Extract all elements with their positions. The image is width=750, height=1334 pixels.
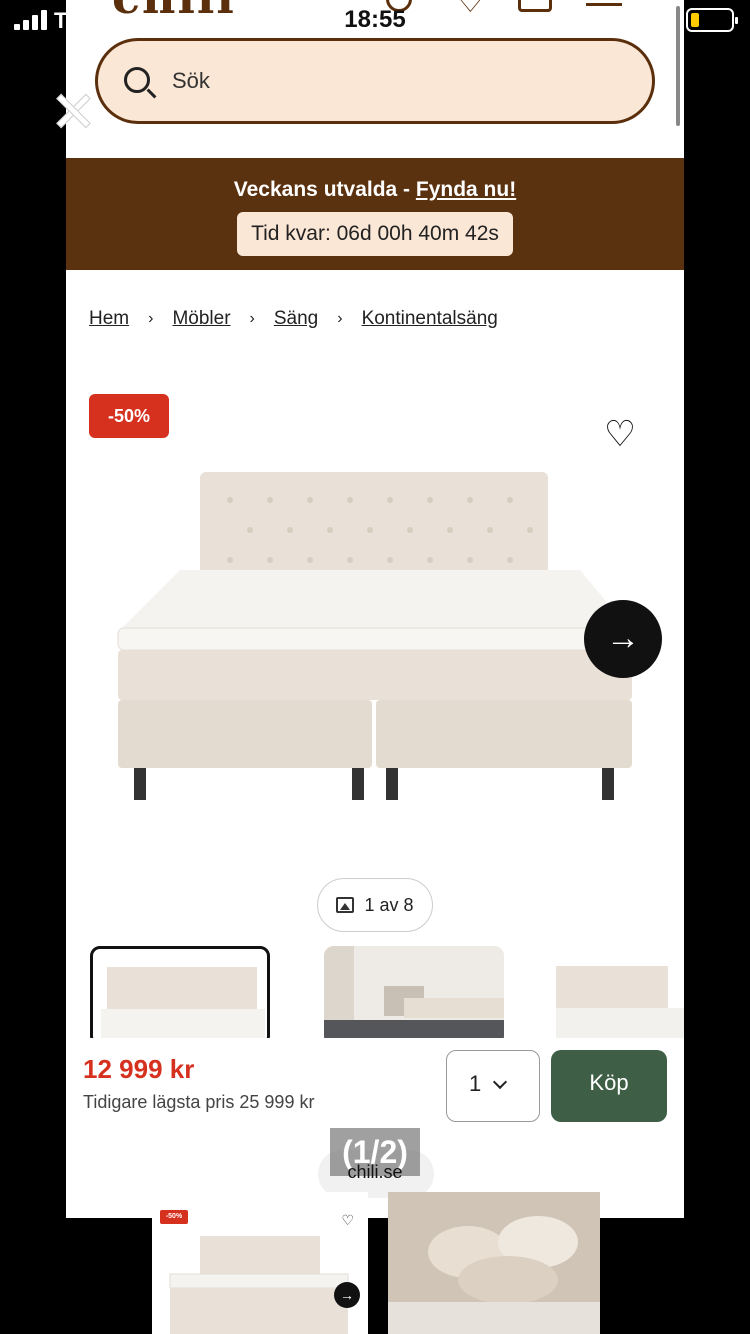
- price: 12 999 kr: [83, 1054, 195, 1084]
- breadcrumb-furniture[interactable]: Möbler: [172, 308, 230, 330]
- breadcrumb: Hem › Möbler › Säng › Kontinentalsäng: [89, 308, 498, 330]
- promo-text: Veckans utvalda -: [233, 178, 416, 201]
- countdown-timer: Tid kvar: 06d 00h 40m 42s: [237, 212, 513, 256]
- quantity-value: 1: [469, 1071, 482, 1096]
- favorite-heart-icon[interactable]: ♡: [600, 414, 640, 454]
- prior-price: Tidigare lägsta pris 25 999 kr: [83, 1092, 315, 1112]
- discount-badge: -50%: [89, 394, 169, 438]
- promo-banner: Veckans utvalda - Fynda nu! Tid kvar: 06…: [66, 158, 684, 270]
- next-image-button[interactable]: →: [584, 600, 662, 678]
- image-icon: [336, 897, 355, 913]
- mini-discount-badge: -50%: [160, 1210, 188, 1224]
- buy-bar: 12 999 kr Tidigare lägsta pris 25 999 kr…: [66, 1038, 684, 1138]
- thumbnail-bed-image: [101, 967, 265, 1039]
- image-counter[interactable]: 1 av 8: [317, 878, 433, 932]
- chevron-down-icon: [492, 1074, 508, 1090]
- chevron-right-icon: ›: [249, 310, 255, 327]
- search-icon[interactable]: [124, 67, 150, 93]
- status-time: 18:55: [344, 6, 406, 33]
- breadcrumb-bed[interactable]: Säng: [274, 308, 318, 330]
- promo-link[interactable]: Fynda nu!: [416, 178, 516, 201]
- thumbnail-headboard-image: [556, 966, 684, 1038]
- thumbnail-2[interactable]: [324, 946, 504, 1046]
- mini-heart-icon: ♡: [341, 1212, 354, 1228]
- product-image[interactable]: [110, 460, 650, 810]
- thumbnail-bedroom-image: [324, 946, 504, 1046]
- breadcrumb-home[interactable]: Hem: [89, 308, 129, 330]
- preview-pillows-image: [388, 1192, 600, 1334]
- thumbnail-1[interactable]: [90, 946, 270, 1046]
- web-page: chili ♡ Veckans utvalda - Fynda nu! Tid …: [66, 0, 684, 1218]
- close-icon[interactable]: [54, 92, 90, 128]
- search-input[interactable]: [172, 63, 612, 99]
- mini-arrow-right-icon: →: [334, 1282, 360, 1308]
- promo-line: Veckans utvalda - Fynda nu!: [66, 178, 684, 202]
- image-counter-label: 1 av 8: [364, 894, 414, 915]
- thumbnail-3[interactable]: [556, 946, 684, 1046]
- source-site: chili.se: [347, 1162, 403, 1182]
- breadcrumb-continental-bed[interactable]: Kontinentalsäng: [362, 308, 498, 330]
- chevron-right-icon: ›: [337, 310, 343, 327]
- preview-thumbnail-1[interactable]: -50% ♡ →: [152, 1192, 368, 1334]
- search-bar[interactable]: [95, 38, 655, 124]
- chevron-right-icon: ›: [148, 310, 154, 327]
- buy-button[interactable]: Köp: [551, 1050, 667, 1122]
- quantity-select[interactable]: 1: [446, 1050, 540, 1122]
- preview-thumbnail-2[interactable]: [388, 1192, 600, 1334]
